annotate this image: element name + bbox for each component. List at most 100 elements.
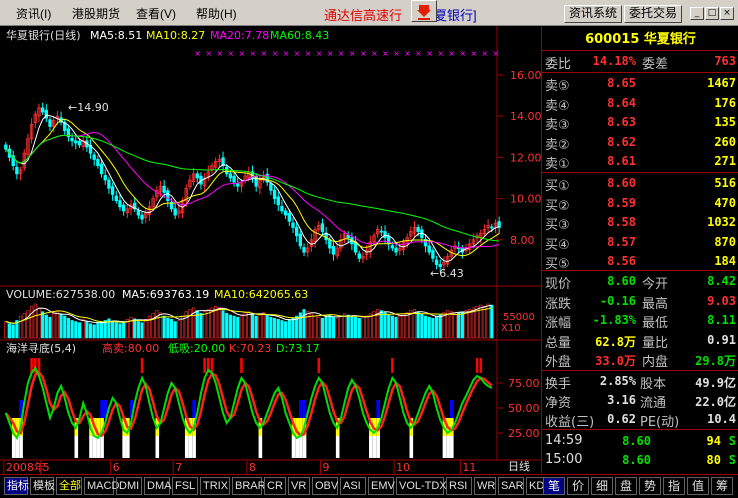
volume-bar [306,311,310,339]
sell-order-row: 卖② 8.62 260 [545,134,736,153]
menu-info[interactable]: 资讯(I) [16,5,51,22]
tab-asi[interactable]: ASI [340,477,366,495]
signal-marker: × [305,49,312,58]
candle-body [328,239,332,249]
signal-marker: × [272,49,279,58]
finance-row: 换手 2.85% 股本 49.9亿 [545,374,736,392]
right-tab[interactable]: 盘 [615,477,637,495]
volume-bar [471,307,475,339]
menu-hk-futures[interactable]: 港股期货 [72,5,120,22]
candle-body [118,200,122,208]
tab-brar[interactable]: BRAR [232,477,266,495]
tab-obv[interactable]: OBV [312,477,338,495]
volume-bar [7,323,12,339]
volume-bar [342,313,347,339]
low-signal-bar [369,436,373,458]
volume-bar [398,315,402,339]
ma60-label: MA60:8.43 [270,29,329,42]
tick-row: 15:00 8.60 80 S [545,452,736,467]
volume-bar [276,319,280,339]
tab-指标[interactable]: 指标 [4,477,29,495]
volume-bar [258,314,262,339]
high-signal-bar [479,358,483,373]
signal-marker: × [327,49,334,58]
minimize-icon[interactable]: _ [690,7,704,20]
volume-bar [92,324,96,339]
right-tab[interactable]: 值 [687,477,709,495]
right-tab[interactable]: 笔 [543,477,565,495]
ma20-label: MA20:7.78 [210,29,269,42]
tab-cr[interactable]: CR [264,477,286,495]
high-signal-bar [475,358,479,373]
date-label: 11 [462,461,476,474]
right-tab[interactable]: 指 [663,477,685,495]
volume-bar [166,317,170,339]
high-signal-bar [37,358,41,373]
candle-body [331,245,336,255]
right-tab[interactable]: 价 [567,477,589,495]
candle-body [92,154,96,160]
signal-marker: × [382,49,389,58]
maximize-icon[interactable]: □ [705,7,719,20]
buy-order-row: 买⑤ 8.56 184 [545,254,736,272]
right-tab[interactable]: 细 [591,477,613,495]
volume-bar [482,305,487,339]
candle-body [357,253,361,259]
signal-marker: × [338,49,345,58]
candle-body [195,173,199,179]
signal-marker: × [294,49,301,58]
volume-bar [331,316,336,339]
candle-body [48,119,52,127]
low-signal-bar [295,436,299,458]
right-tab[interactable]: 势 [639,477,661,495]
tab-dmi[interactable]: DMI [116,477,142,495]
dropdown-arrow-button[interactable] [411,0,437,22]
quote-row: 涨跌 -0.16 最高 9.03 [545,293,736,312]
candle-body [236,183,240,187]
sell-order-row: 卖④ 8.64 176 [545,95,736,114]
volume-bar [55,310,59,339]
low-signal-bar [335,436,340,458]
close-icon[interactable]: × [720,7,734,20]
volume-bar [383,312,387,339]
volume-bar [30,305,34,339]
tab-trix[interactable]: TRIX [200,477,230,495]
tab-sar[interactable]: SAR [498,477,524,495]
candle-body [324,232,328,241]
candle-body [287,213,292,222]
candle-body [379,230,384,233]
volume-bar [232,315,236,339]
indicator-tabs: 指标 模板 全部 MACD DMI DMA FSL TRIX BRAR CR VR OBV ASI EMV… [0,474,738,498]
volume-bar [85,321,89,339]
info-system-button[interactable]: 资讯系统 [564,5,623,23]
chart-area[interactable]: × × × × × × × × × × × × × × × × × × × × × × × × × × × × 8.00 10.00 12… [0,26,541,474]
tab-emv[interactable]: EMV [368,477,395,495]
weibi-row: 委比 14.18% 委差 763 [545,54,736,72]
volume-bar [365,315,369,339]
high-signal-bar [391,358,394,373]
tab-模板[interactable]: 模板 [30,477,55,495]
tab-vr[interactable]: VR [288,477,310,495]
period-label: 日线 [508,459,530,473]
finance-row: 收益(三) 0.62 PE(动) 10.4 [545,412,736,430]
down-arrow-icon [417,5,431,20]
tab-wr[interactable]: WR [474,477,496,495]
candle-body [272,189,277,199]
tab-dma[interactable]: DMA [144,477,171,495]
tab-rsi[interactable]: RSI [446,477,472,495]
menu-view[interactable]: 查看(V) [136,5,176,22]
volume-bar [284,321,288,339]
trade-button[interactable]: 委托交易 [624,5,683,23]
tab-全部[interactable]: 全部 [56,477,82,495]
price-tick-label: 14.00 [510,110,541,123]
menu-help[interactable]: 帮助(H) [196,5,237,22]
tab-vol-tdx[interactable]: VOL-TDX [396,477,447,495]
candle-body [390,245,395,249]
signal-marker: × [250,49,257,58]
tab-fsl[interactable]: FSL [172,477,198,495]
volume-bar [228,314,232,339]
volume-bar [416,311,420,339]
volume-bar [320,317,325,339]
tab-macd[interactable]: MACD [84,477,119,495]
right-tab[interactable]: 筹 [711,477,733,495]
